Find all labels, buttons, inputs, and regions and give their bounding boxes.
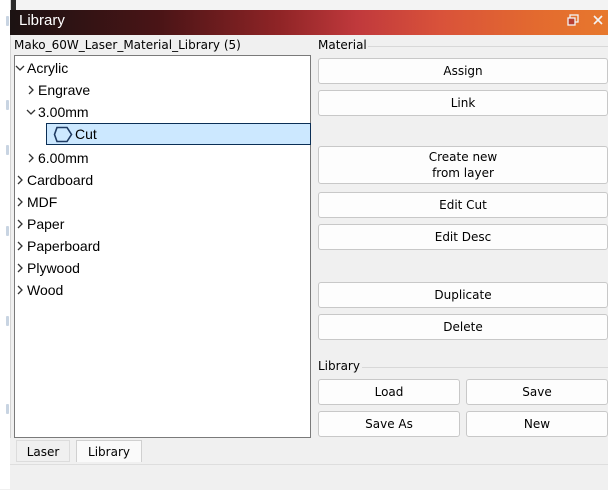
chevron-right-icon[interactable] xyxy=(15,237,27,259)
save-as-button[interactable]: Save As xyxy=(318,411,460,437)
tree-node-label: Engrave xyxy=(38,82,91,98)
load-button[interactable]: Load xyxy=(318,379,460,405)
chevron-down-icon[interactable] xyxy=(26,103,38,125)
chevron-right-icon[interactable] xyxy=(15,259,27,281)
tree-node-cut-selected[interactable]: Cut xyxy=(46,123,311,145)
tree-node-label: Cardboard xyxy=(27,172,94,188)
tree-node-wood[interactable]: Wood xyxy=(15,279,63,301)
tree-node-label: 6.00mm xyxy=(38,150,89,166)
tree-node-label: MDF xyxy=(27,194,58,210)
tree-node-engrave[interactable]: Engrave xyxy=(26,79,90,101)
tree-node-cardboard[interactable]: Cardboard xyxy=(15,169,93,191)
tree-node-mdf[interactable]: MDF xyxy=(15,191,57,213)
previous-window-strip xyxy=(0,0,608,10)
delete-button[interactable]: Delete xyxy=(318,314,608,340)
chevron-right-icon[interactable] xyxy=(15,171,27,193)
tab-laser[interactable]: Laser xyxy=(16,440,70,462)
library-name-label: Mako_60W_Laser_Material_Library (5) xyxy=(14,38,241,52)
edge-marker xyxy=(6,145,9,155)
float-window-icon[interactable] xyxy=(567,14,579,29)
close-icon[interactable] xyxy=(592,14,604,29)
tree-node-label: Cut xyxy=(75,126,97,142)
tree-node-label: Acrylic xyxy=(27,60,69,76)
new-button[interactable]: New xyxy=(466,411,608,437)
window-titlebar[interactable]: Library xyxy=(10,10,608,35)
chevron-right-icon[interactable] xyxy=(15,193,27,215)
chevron-down-icon[interactable] xyxy=(15,59,27,81)
material-tree[interactable]: Acrylic Engrave 3.00mm Cut 6.00mm Cardbo… xyxy=(14,55,311,438)
create-new-from-layer-button[interactable]: Create new from layer xyxy=(318,146,608,184)
create-new-line2: from layer xyxy=(432,166,494,180)
tab-library[interactable]: Library xyxy=(76,440,142,462)
tree-node-paperboard[interactable]: Paperboard xyxy=(15,235,100,257)
edge-marker xyxy=(6,226,9,236)
tree-node-paper[interactable]: Paper xyxy=(15,213,64,235)
window-title: Library xyxy=(19,12,65,29)
tree-node-acrylic[interactable]: Acrylic xyxy=(15,57,68,79)
material-group-label: Material xyxy=(318,38,367,52)
tree-node-label: Plywood xyxy=(27,260,80,276)
tree-node-label: Paper xyxy=(27,216,65,232)
library-group-label: Library xyxy=(318,359,360,373)
create-new-line1: Create new xyxy=(428,150,498,164)
chevron-right-icon[interactable] xyxy=(26,81,38,103)
polygon-icon xyxy=(53,126,73,143)
edge-marker xyxy=(6,16,9,26)
tree-node-label: 3.00mm xyxy=(38,104,89,120)
assign-button[interactable]: Assign xyxy=(318,58,608,84)
link-button[interactable]: Link xyxy=(318,90,608,116)
edit-cut-button[interactable]: Edit Cut xyxy=(318,192,608,218)
edge-marker xyxy=(6,404,9,414)
library-group-divider xyxy=(362,367,608,368)
tree-node-3mm[interactable]: 3.00mm xyxy=(26,101,89,123)
chevron-right-icon[interactable] xyxy=(15,281,27,303)
material-group-divider xyxy=(368,46,608,47)
chevron-right-icon[interactable] xyxy=(15,215,27,237)
status-bar xyxy=(10,464,608,490)
tree-node-label: Wood xyxy=(27,282,64,298)
duplicate-button[interactable]: Duplicate xyxy=(318,282,608,308)
chevron-right-icon[interactable] xyxy=(26,149,38,171)
edge-marker xyxy=(6,316,9,326)
edit-desc-button[interactable]: Edit Desc xyxy=(318,224,608,250)
tree-node-6mm[interactable]: 6.00mm xyxy=(26,147,89,169)
save-button[interactable]: Save xyxy=(466,379,608,405)
tree-node-label: Paperboard xyxy=(27,238,101,254)
tree-node-plywood[interactable]: Plywood xyxy=(15,257,80,279)
edge-marker xyxy=(6,100,9,110)
left-panel-edge xyxy=(0,0,11,489)
